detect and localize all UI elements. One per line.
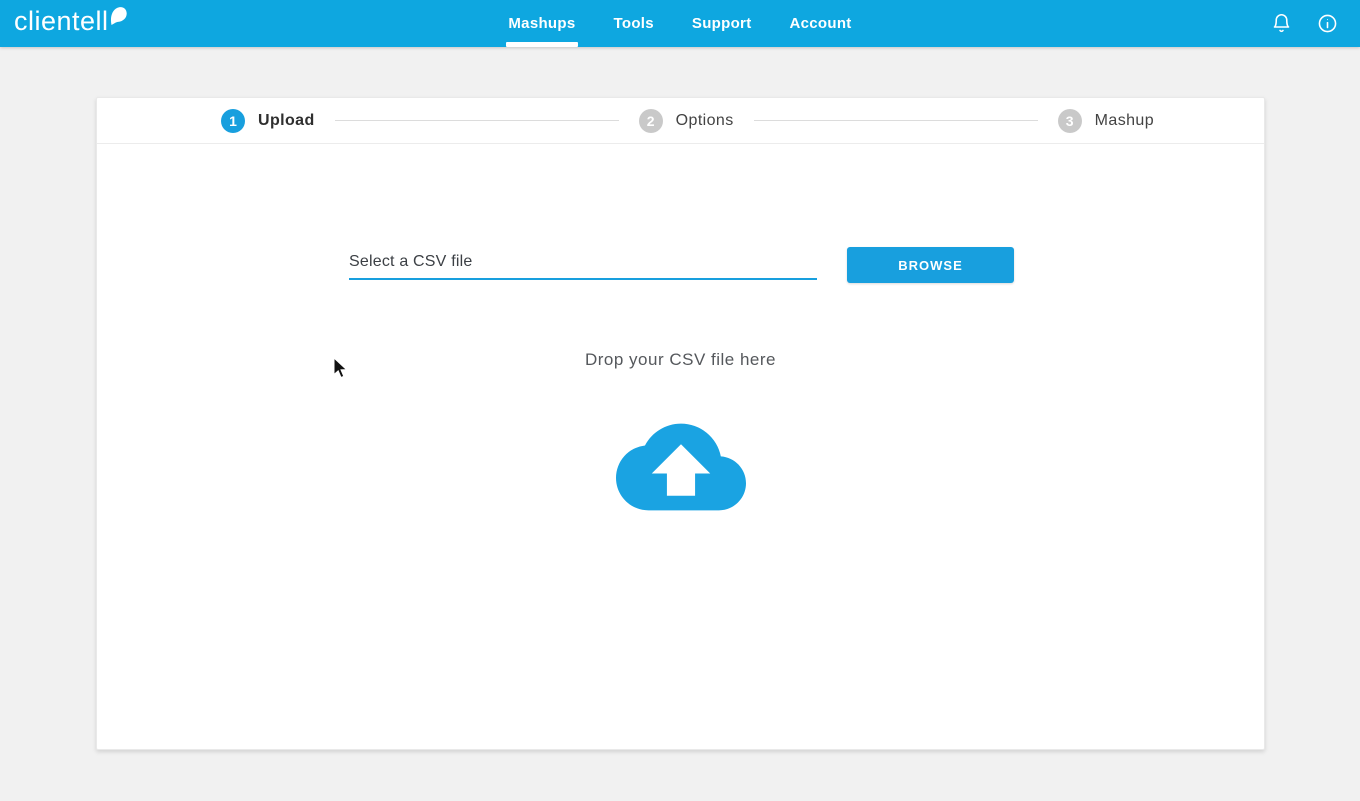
nav-item-tools[interactable]: Tools [614,0,654,47]
nav-item-support[interactable]: Support [692,0,752,47]
nav-item-label: Tools [614,15,654,32]
csv-file-input[interactable] [349,246,817,280]
step-label: Options [676,112,734,130]
step-number-badge: 1 [221,109,245,133]
wizard-stepper: 1 Upload 2 Options 3 Mashup [97,98,1264,144]
step-label: Upload [258,112,315,130]
browse-button[interactable]: BROWSE [847,247,1014,283]
nav-item-mashups[interactable]: Mashups [508,0,575,47]
cloud-upload-icon [616,402,746,532]
app-header: clientell Mashups Tools Support Account [0,0,1360,47]
stepper-step-upload: 1 Upload [221,109,315,133]
info-icon[interactable] [1317,13,1338,34]
stepper-step-options: 2 Options [639,109,734,133]
upload-wizard-card: 1 Upload 2 Options 3 Mashup BROWSE Drop … [96,97,1265,750]
csv-dropzone[interactable] [616,402,746,532]
drop-hint-text: Drop your CSV file here [97,350,1264,370]
step-label: Mashup [1095,112,1154,130]
nav-item-account[interactable]: Account [790,0,852,47]
stepper-step-mashup: 3 Mashup [1058,109,1154,133]
main-nav: Mashups Tools Support Account [0,0,1360,47]
header-icons [1271,0,1338,47]
upload-step-content: BROWSE Drop your CSV file here [97,144,1264,750]
step-number-badge: 3 [1058,109,1082,133]
nav-item-label: Account [790,15,852,32]
step-number-badge: 2 [639,109,663,133]
bell-icon[interactable] [1271,13,1292,34]
nav-item-label: Mashups [508,15,575,32]
stepper-connector [754,120,1038,121]
nav-item-label: Support [692,15,752,32]
stepper-connector [335,120,619,121]
